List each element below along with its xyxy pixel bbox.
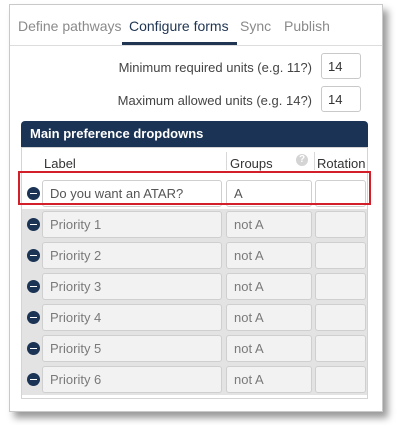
- tab-publish[interactable]: Publish: [284, 18, 330, 34]
- label-field[interactable]: Do you want an ATAR?: [42, 180, 222, 207]
- rotation-field[interactable]: [315, 273, 366, 300]
- tab-sync[interactable]: Sync: [240, 18, 271, 34]
- configure-forms-panel: Define pathways Configure forms Sync Pub…: [9, 4, 383, 412]
- minus-circle-icon[interactable]: [27, 373, 40, 386]
- table-row: Priority 3 not A: [22, 271, 367, 302]
- column-header-label: Label: [44, 156, 76, 171]
- rotation-field[interactable]: [315, 180, 366, 207]
- table-row: Do you want an ATAR? A: [22, 178, 367, 209]
- label-field[interactable]: Priority 1: [42, 211, 222, 238]
- min-units-input[interactable]: [321, 53, 361, 79]
- table-row: Priority 1 not A: [22, 209, 367, 240]
- table-row: Priority 4 not A: [22, 302, 367, 333]
- tab-configure-forms[interactable]: Configure forms: [129, 18, 229, 34]
- max-units-label: Maximum allowed units (e.g. 14?): [117, 93, 312, 108]
- rotation-field[interactable]: [315, 304, 366, 331]
- tab-define-pathways[interactable]: Define pathways: [18, 18, 122, 34]
- question-icon[interactable]: ?: [296, 154, 308, 166]
- active-tab-indicator: [122, 42, 237, 45]
- max-units-input[interactable]: [321, 86, 361, 112]
- group-field[interactable]: not A: [226, 335, 312, 362]
- minus-circle-icon[interactable]: [27, 280, 40, 293]
- label-field[interactable]: Priority 4: [42, 304, 222, 331]
- minus-circle-icon[interactable]: [27, 311, 40, 324]
- group-field[interactable]: A: [226, 180, 312, 207]
- label-field[interactable]: Priority 6: [42, 366, 222, 393]
- label-field[interactable]: Priority 2: [42, 242, 222, 269]
- column-header-rotation: Rotation: [317, 156, 366, 171]
- minus-circle-icon[interactable]: [27, 342, 40, 355]
- table-row: Priority 2 not A: [22, 240, 367, 271]
- tab-bar: Define pathways Configure forms Sync Pub…: [10, 5, 382, 46]
- group-field[interactable]: not A: [226, 366, 312, 393]
- column-divider: [226, 152, 227, 170]
- rotation-field[interactable]: [315, 211, 366, 238]
- rotation-field[interactable]: [315, 242, 366, 269]
- minus-circle-icon[interactable]: [27, 187, 40, 200]
- group-field[interactable]: not A: [226, 273, 312, 300]
- group-field[interactable]: not A: [226, 242, 312, 269]
- label-field[interactable]: Priority 3: [42, 273, 222, 300]
- label-field[interactable]: Priority 5: [42, 335, 222, 362]
- minus-circle-icon[interactable]: [27, 218, 40, 231]
- rotation-field[interactable]: [315, 366, 366, 393]
- group-field[interactable]: not A: [226, 304, 312, 331]
- section-title: Main preference dropdowns: [21, 121, 368, 147]
- group-field[interactable]: not A: [226, 211, 312, 238]
- column-header-groups: Groups: [230, 156, 273, 171]
- table-row: Priority 6 not A: [22, 364, 367, 395]
- table-row: Priority 5 not A: [22, 333, 367, 364]
- preference-table: Label Groups ? Rotation Do you want an A…: [21, 147, 368, 399]
- column-divider: [314, 152, 315, 170]
- minus-circle-icon[interactable]: [27, 249, 40, 262]
- min-units-label: Minimum required units (e.g. 11?): [118, 60, 312, 75]
- rotation-field[interactable]: [315, 335, 366, 362]
